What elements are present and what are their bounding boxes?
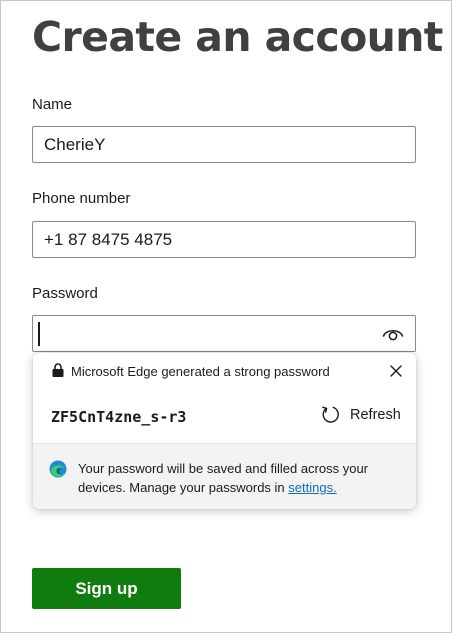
sign-up-button[interactable]: Sign up xyxy=(32,568,181,609)
name-label: Name xyxy=(32,96,73,113)
create-account-form: Create an account Name Phone number Pass… xyxy=(0,0,452,633)
password-suggestion-popup: Microsoft Edge generated a strong passwo… xyxy=(33,353,416,509)
eye-icon[interactable] xyxy=(382,324,404,344)
phone-input[interactable] xyxy=(32,221,416,258)
popup-title: Microsoft Edge generated a strong passwo… xyxy=(71,364,330,379)
close-icon[interactable] xyxy=(389,364,403,378)
refresh-button[interactable]: Refresh xyxy=(318,403,408,427)
text-caret xyxy=(38,322,40,346)
page-title: Create an account xyxy=(32,13,443,61)
refresh-icon xyxy=(322,406,339,423)
popup-header: Microsoft Edge generated a strong passwo… xyxy=(33,353,416,389)
footer-info-text: Your password will be saved and filled a… xyxy=(78,459,398,497)
settings-link[interactable]: settings. xyxy=(288,480,336,495)
name-input[interactable] xyxy=(32,126,416,163)
lock-icon xyxy=(52,363,64,377)
password-label: Password xyxy=(32,285,98,302)
generated-password[interactable]: ZF5CnT4zne_s-r3 xyxy=(51,408,186,426)
popup-footer: Your password will be saved and filled a… xyxy=(33,443,416,509)
refresh-label: Refresh xyxy=(350,407,401,423)
password-input[interactable] xyxy=(32,315,416,352)
phone-label: Phone number xyxy=(32,190,131,207)
edge-logo-icon xyxy=(49,460,67,478)
